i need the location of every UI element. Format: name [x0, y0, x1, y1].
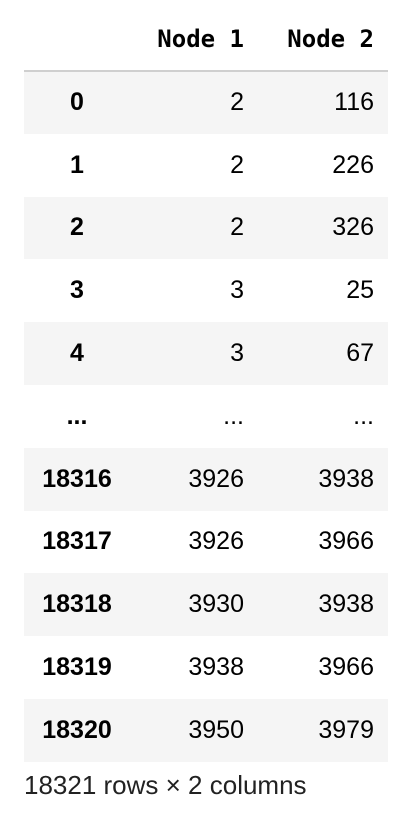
table-header: Node 1 Node 2: [24, 8, 388, 72]
dataframe-output: Node 1 Node 2 0 2 116 1 2 226 2 2 326 3: [24, 8, 388, 762]
row-index: 2: [70, 213, 84, 242]
cell-node-1: ...: [223, 401, 244, 430]
cell-node-1: 3938: [188, 653, 244, 682]
table-row: 18319 3938 3966: [24, 636, 388, 699]
table-row: 18316 3926 3938: [24, 447, 388, 511]
column-header: Node 1: [130, 8, 258, 72]
table-row: 1 2 226: [24, 133, 388, 197]
cell-node-2: 25: [346, 276, 374, 305]
table-body: 0 2 116 1 2 226 2 2 326 3 3 25 4 3 67 ..…: [24, 71, 388, 762]
cell-node-1: 2: [230, 213, 244, 242]
cell-node-2: 3966: [318, 653, 374, 682]
cell-node-2: ...: [353, 401, 374, 430]
row-index: 0: [70, 88, 84, 117]
dataframe-table: Node 1 Node 2 0 2 116 1 2 226 2 2 326 3: [24, 8, 388, 762]
row-index: 1: [70, 150, 84, 179]
cell-node-2: 3966: [318, 527, 374, 556]
row-index: 4: [70, 339, 84, 368]
cell-node-1: 2: [230, 88, 244, 117]
row-index: 18317: [42, 527, 112, 556]
row-index: ...: [66, 401, 88, 430]
cell-node-1: 3926: [188, 527, 244, 556]
cell-node-1: 3: [230, 276, 244, 305]
row-index: 18319: [42, 653, 112, 682]
ellipsis-row: ... ... ...: [24, 384, 388, 448]
table-row: 3 3 25: [24, 259, 388, 323]
cell-node-2: 226: [332, 150, 374, 179]
table-row: 0 2 116: [24, 71, 388, 134]
cell-node-2: 116: [334, 88, 374, 117]
cell-node-1: 2: [230, 150, 244, 179]
cell-node-1: 3926: [188, 464, 244, 493]
table-row: 18320 3950 3979: [24, 698, 388, 762]
cell-node-2: 67: [346, 339, 374, 368]
table-row: 2 2 326: [24, 196, 388, 260]
cell-node-1: 3950: [188, 715, 244, 744]
row-index: 18316: [42, 464, 112, 493]
cell-node-2: 3938: [318, 464, 374, 493]
index-header: [24, 8, 130, 72]
dataframe-shape-summary: 18321 rows × 2 columns: [24, 770, 307, 800]
row-index: 18320: [42, 715, 112, 744]
header-row: Node 1 Node 2: [24, 8, 388, 72]
cell-node-2: 3979: [318, 715, 374, 744]
table-row: 18318 3930 3938: [24, 573, 388, 637]
cell-node-2: 3938: [318, 590, 374, 619]
cell-node-1: 3930: [188, 590, 244, 619]
table-row: 18317 3926 3966: [24, 510, 388, 574]
row-index: 3: [70, 276, 84, 305]
row-index: 18318: [42, 590, 112, 619]
table-row: 4 3 67: [24, 322, 388, 385]
cell-node-2: 326: [332, 213, 374, 242]
cell-node-1: 3: [230, 339, 244, 368]
column-header: Node 2: [258, 8, 388, 72]
